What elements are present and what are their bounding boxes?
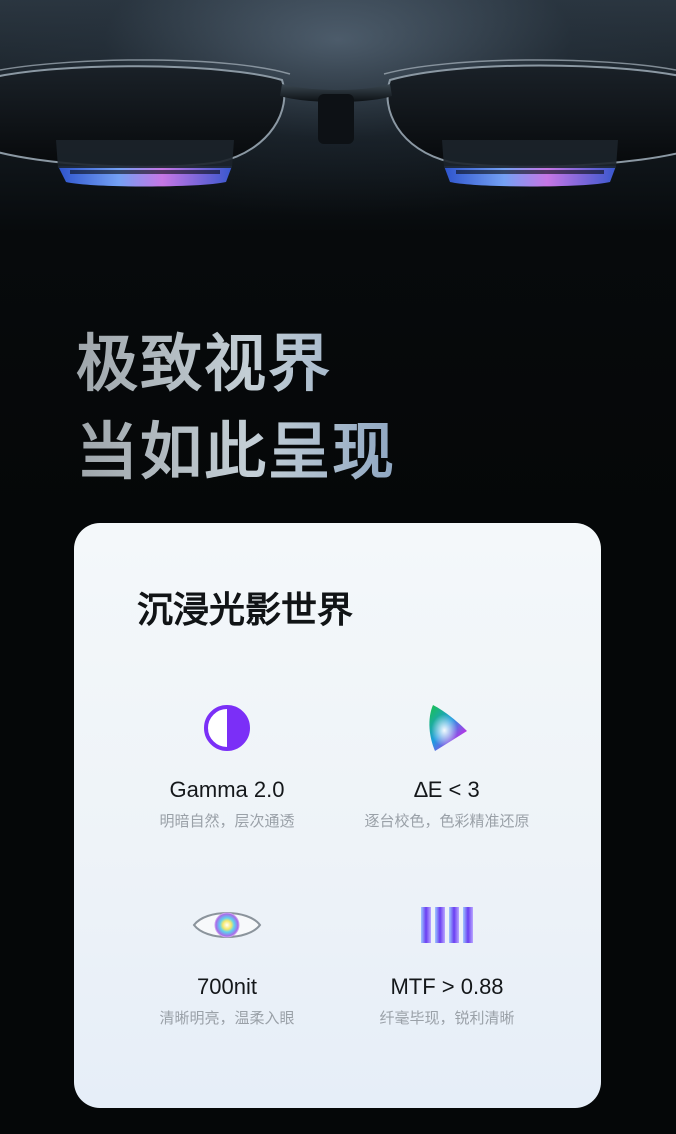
headline-line-2: 当如此呈现 (76, 408, 396, 496)
feature-label: Gamma 2.0 (169, 777, 285, 802)
hero-section: 极致视界 当如此呈现 (0, 0, 676, 520)
contrast-circle-icon (204, 705, 250, 751)
feature-description: 逐台校色，色彩精准还原 (364, 812, 530, 830)
feature-description: 纤毫毕现，锐利清晰 (379, 1009, 515, 1027)
card-title: 沉浸光影世界 (137, 590, 354, 631)
feature-label: MTF > 0.88 (390, 974, 504, 999)
color-gamut-triangle-icon (429, 705, 467, 751)
feature-brightness: 700nit 清晰明亮，温柔入眼 (107, 897, 347, 1029)
feature-mtf: MTF > 0.88 纤毫毕现，锐利清晰 (327, 897, 567, 1029)
feature-label: 700nit (197, 974, 257, 999)
feature-card: 沉浸光影世界 Gamma 2.0 明暗自然，层次通透 ∆E < 3 逐台校色，色… (74, 523, 601, 1108)
feature-gamma: Gamma 2.0 明暗自然，层次通透 (107, 700, 347, 832)
resolution-bars-icon (421, 907, 473, 943)
feature-delta-e: ∆E < 3 逐台校色，色彩精准还原 (327, 700, 567, 832)
feature-label: ∆E < 3 (414, 777, 480, 802)
feature-description: 明暗自然，层次通透 (159, 812, 295, 830)
headline: 极致视界 当如此呈现 (76, 320, 396, 496)
headline-line-1: 极致视界 (76, 320, 396, 408)
feature-description: 清晰明亮，温柔入眼 (159, 1009, 295, 1027)
eye-icon (192, 912, 262, 938)
ar-glasses-image (0, 59, 676, 187)
